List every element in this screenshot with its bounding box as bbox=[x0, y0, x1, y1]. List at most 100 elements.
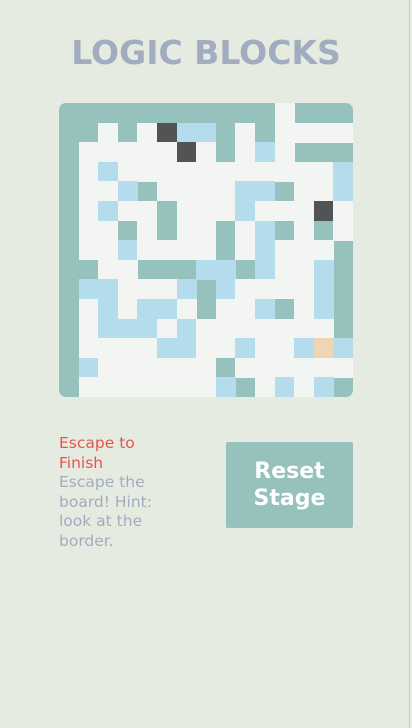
floor-tile bbox=[294, 220, 315, 241]
floor-tile bbox=[137, 338, 158, 359]
floor-tile bbox=[333, 220, 353, 241]
water-tile bbox=[235, 181, 256, 202]
water-tile bbox=[78, 357, 99, 378]
floor-tile bbox=[196, 181, 217, 202]
water-tile bbox=[333, 338, 353, 359]
water-tile bbox=[98, 299, 119, 319]
floor-tile bbox=[274, 103, 295, 123]
floor-tile bbox=[333, 122, 353, 143]
reset-stage-button[interactable]: Reset Stage bbox=[226, 442, 353, 528]
floor-tile bbox=[235, 240, 256, 261]
floor-tile bbox=[235, 142, 256, 163]
floor-tile bbox=[137, 357, 158, 378]
floor-tile bbox=[235, 279, 256, 300]
water-tile bbox=[255, 181, 275, 202]
floor-tile bbox=[235, 220, 256, 241]
floor-tile bbox=[98, 181, 119, 202]
water-tile bbox=[117, 318, 138, 339]
floor-tile bbox=[117, 299, 138, 319]
water-tile bbox=[333, 181, 353, 202]
floor-tile bbox=[294, 201, 315, 221]
floor-tile bbox=[255, 357, 275, 378]
floor-tile bbox=[137, 142, 158, 163]
floor-tile bbox=[274, 161, 295, 182]
floor-tile bbox=[294, 357, 315, 378]
floor-tile bbox=[78, 181, 99, 202]
floor-tile bbox=[274, 122, 295, 143]
floor-tile bbox=[294, 161, 315, 182]
floor-tile bbox=[137, 279, 158, 300]
floor-tile bbox=[313, 181, 334, 202]
floor-tile bbox=[274, 338, 295, 359]
water-tile bbox=[215, 279, 236, 300]
floor-tile bbox=[78, 201, 99, 221]
floor-tile bbox=[294, 240, 315, 261]
floor-tile bbox=[157, 279, 177, 300]
water-tile bbox=[215, 377, 236, 397]
water-tile bbox=[98, 279, 119, 300]
water-tile bbox=[235, 201, 256, 221]
floor-tile bbox=[294, 318, 315, 339]
water-tile bbox=[98, 318, 119, 339]
floor-tile bbox=[137, 240, 158, 261]
floor-tile bbox=[98, 377, 119, 397]
floor-tile bbox=[137, 122, 158, 143]
floor-tile bbox=[294, 181, 315, 202]
floor-tile bbox=[294, 122, 315, 143]
floor-tile bbox=[117, 377, 138, 397]
water-tile bbox=[176, 122, 197, 143]
floor-tile bbox=[157, 161, 177, 182]
floor-tile bbox=[274, 142, 295, 163]
floor-tile bbox=[313, 161, 334, 182]
floor-tile bbox=[78, 299, 99, 319]
floor-tile bbox=[176, 201, 197, 221]
floor-tile bbox=[117, 279, 138, 300]
floor-tile bbox=[117, 357, 138, 378]
floor-tile bbox=[235, 357, 256, 378]
floor-tile bbox=[137, 220, 158, 241]
floor-tile bbox=[117, 161, 138, 182]
floor-tile bbox=[274, 318, 295, 339]
floor-tile bbox=[78, 377, 99, 397]
water-tile bbox=[137, 299, 158, 319]
floor-tile bbox=[196, 142, 217, 163]
floor-tile bbox=[117, 142, 138, 163]
floor-tile bbox=[196, 220, 217, 241]
floor-tile bbox=[98, 357, 119, 378]
floor-tile bbox=[255, 161, 275, 182]
floor-tile bbox=[274, 259, 295, 280]
player-tile[interactable] bbox=[313, 338, 334, 359]
block-tile bbox=[157, 122, 177, 143]
floor-tile bbox=[176, 357, 197, 378]
floor-tile bbox=[78, 142, 99, 163]
floor-tile bbox=[235, 318, 256, 339]
floor-tile bbox=[196, 338, 217, 359]
water-tile bbox=[176, 318, 197, 339]
floor-tile bbox=[313, 318, 334, 339]
floor-tile bbox=[98, 220, 119, 241]
floor-tile bbox=[255, 279, 275, 300]
floor-tile bbox=[333, 201, 353, 221]
water-tile bbox=[78, 279, 99, 300]
floor-tile bbox=[196, 357, 217, 378]
floor-tile bbox=[255, 318, 275, 339]
floor-tile bbox=[176, 377, 197, 397]
water-tile bbox=[255, 259, 275, 280]
block-tile bbox=[313, 201, 334, 221]
floor-tile bbox=[176, 181, 197, 202]
water-tile bbox=[294, 338, 315, 359]
floor-tile bbox=[117, 259, 138, 280]
water-tile bbox=[255, 299, 275, 319]
floor-tile bbox=[78, 240, 99, 261]
floor-tile bbox=[157, 181, 177, 202]
floor-tile bbox=[98, 142, 119, 163]
game-board[interactable] bbox=[59, 103, 353, 397]
floor-tile bbox=[215, 299, 236, 319]
floor-tile bbox=[196, 161, 217, 182]
floor-tile bbox=[98, 240, 119, 261]
floor-tile bbox=[157, 377, 177, 397]
water-tile bbox=[255, 220, 275, 241]
floor-tile bbox=[176, 240, 197, 261]
floor-tile bbox=[313, 240, 334, 261]
floor-tile bbox=[215, 338, 236, 359]
